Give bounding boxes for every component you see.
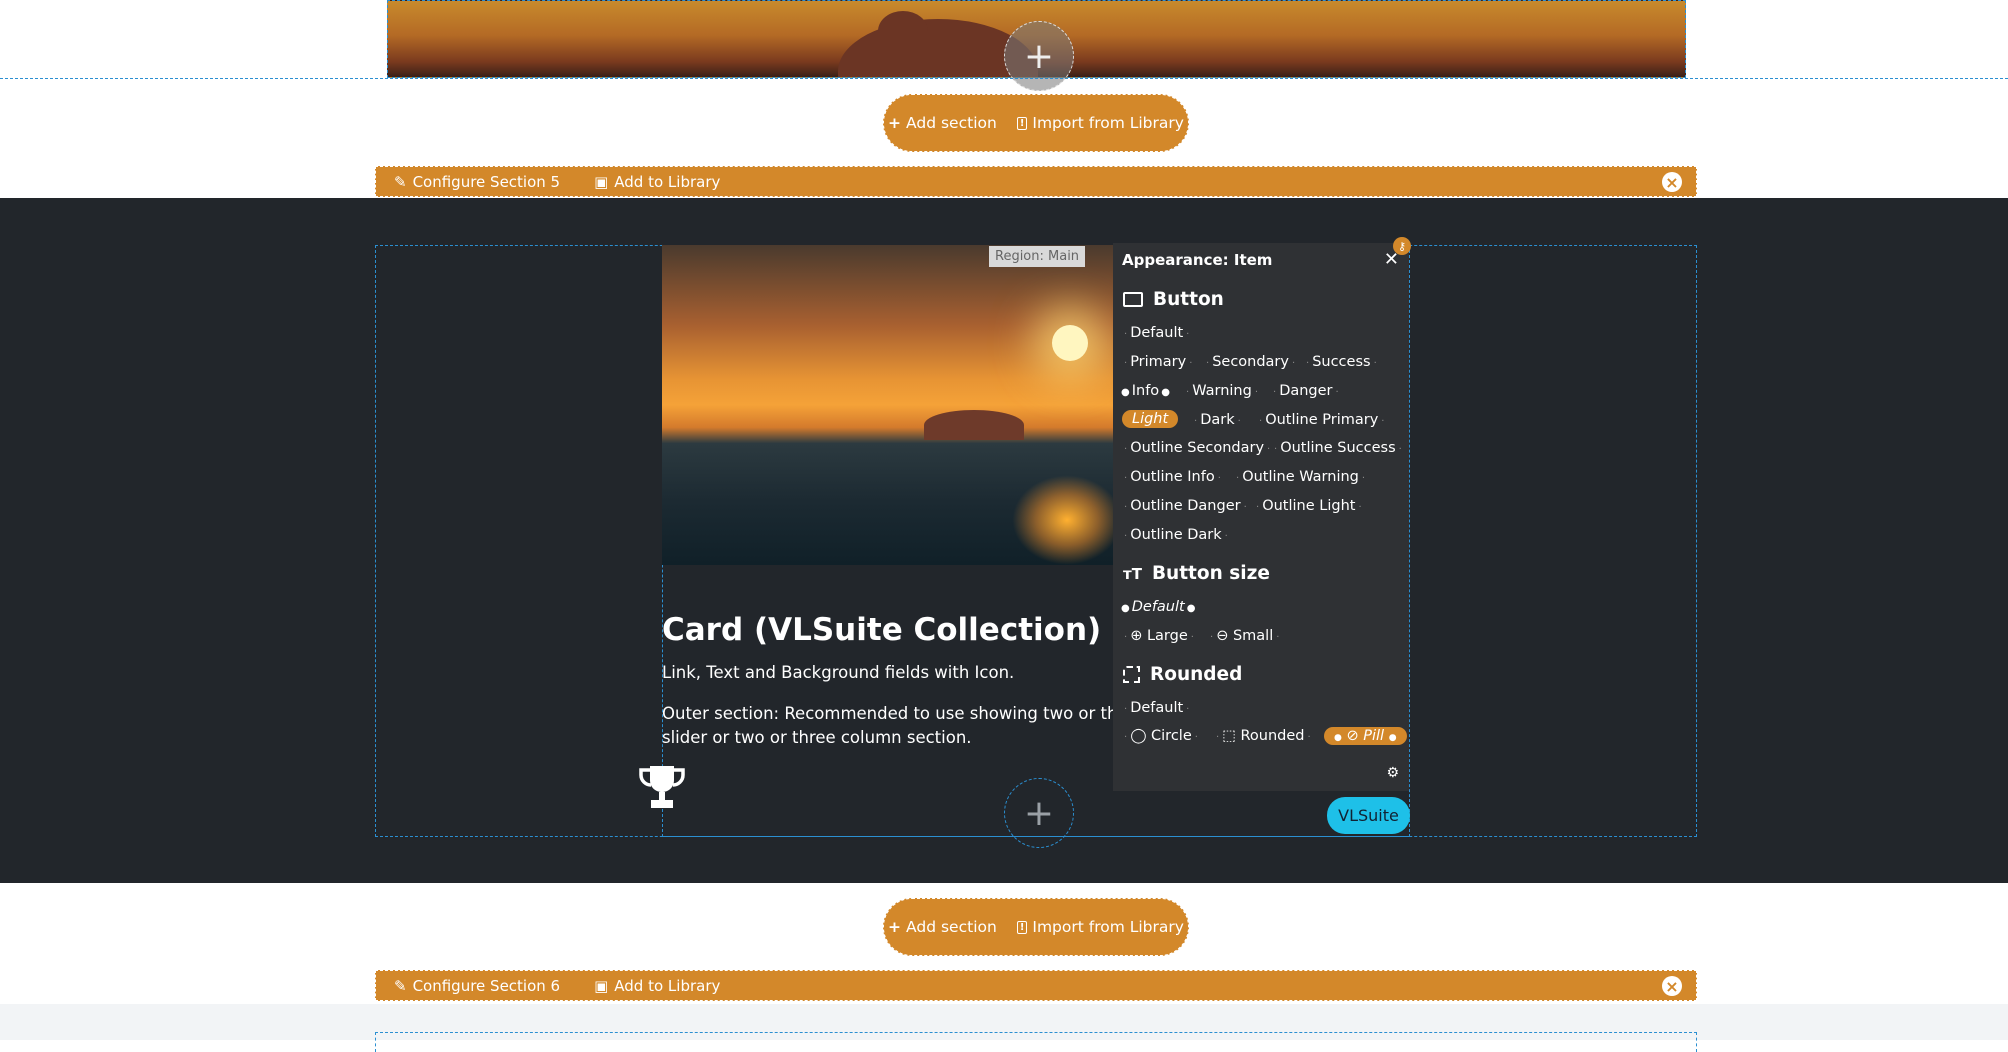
circle-icon: ◯	[1130, 728, 1147, 744]
option-button-secondary[interactable]: · Secondary ·	[1203, 354, 1298, 370]
rounded-heading: Rounded	[1123, 664, 1242, 685]
option-button-dark[interactable]: · Dark ·	[1191, 412, 1244, 428]
option-button-default[interactable]: · Default ·	[1121, 325, 1192, 341]
panel-title: Appearance: Item	[1122, 251, 1273, 269]
save-icon: ▣	[594, 976, 609, 995]
option-size-small[interactable]: · ⊖ Small ·	[1207, 628, 1282, 644]
zoom-out-icon: ⊖	[1216, 628, 1229, 644]
add-section-button[interactable]: + Add section	[888, 114, 997, 132]
zoom-in-icon: ⊕	[1130, 628, 1143, 644]
option-size-large[interactable]: · ⊕ Large ·	[1121, 628, 1197, 644]
option-button-outline-success[interactable]: · Outline Success ·	[1271, 440, 1405, 456]
region-label: Region: Main	[989, 246, 1086, 267]
plus-icon: +	[888, 918, 902, 936]
import-icon: !	[1016, 116, 1028, 130]
button-icon	[1123, 292, 1143, 307]
section-6-toolbar: ✎ Configure Section 6 ▣ Add to Library ×	[375, 970, 1697, 1001]
add-to-library-button-2[interactable]: ▣ Add to Library	[594, 977, 720, 995]
import-library-button-2[interactable]: ! Import from Library	[1016, 918, 1184, 936]
card-subtitle: Link, Text and Background fields with Ic…	[662, 663, 1015, 682]
section-divider	[0, 78, 2008, 79]
section-5-toolbar: ✎ Configure Section 5 ▣ Add to Library ×	[375, 166, 1697, 197]
option-button-outline-dark[interactable]: · Outline Dark ·	[1121, 527, 1231, 543]
option-button-warning[interactable]: · Warning ·	[1183, 383, 1261, 399]
save-icon: ▣	[594, 172, 609, 191]
configure-section-6-button[interactable]: ✎ Configure Section 6	[394, 977, 560, 995]
card-title: Card (VLSuite Collection) - Cu	[662, 612, 1112, 648]
import-icon: !	[1016, 920, 1028, 934]
button-heading: Button	[1123, 289, 1224, 310]
option-button-outline-primary[interactable]: · Outline Primary ·	[1256, 412, 1387, 428]
option-button-outline-light[interactable]: · Outline Light ·	[1253, 498, 1365, 514]
add-to-library-button[interactable]: ▣ Add to Library	[594, 173, 720, 191]
plus-icon: +	[888, 114, 902, 132]
link-icon: ⊘	[1346, 728, 1359, 744]
add-section-button-2[interactable]: + Add section	[888, 918, 997, 936]
option-rounded-default[interactable]: · Default ·	[1121, 700, 1192, 716]
panel-close-icon[interactable]: ✕	[1384, 249, 1399, 270]
rounded-corner-small-icon: ⬚	[1222, 728, 1236, 744]
pencil-icon: ✎	[394, 172, 407, 191]
add-block-button[interactable]: +	[1004, 778, 1074, 848]
option-button-outline-info[interactable]: · Outline Info ·	[1121, 469, 1224, 485]
appearance-panel: ⚷ Appearance: Item ✕ Button · Default · · P…	[1113, 237, 1411, 791]
button-size-heading: ᴛT Button size	[1123, 563, 1270, 584]
option-button-outline-warning[interactable]: · Outline Warning ·	[1233, 469, 1368, 485]
import-library-button[interactable]: ! Import from Library	[1016, 114, 1184, 132]
next-section	[0, 1004, 2008, 1052]
text-size-icon: ᴛT	[1123, 564, 1142, 583]
option-button-primary[interactable]: · Primary ·	[1121, 354, 1195, 370]
option-rounded-rounded[interactable]: · ⬚ Rounded ·	[1213, 728, 1314, 744]
close-icon[interactable]: ×	[1662, 976, 1682, 996]
option-rounded-pill[interactable]: ● ⊘ Pill ●	[1324, 727, 1407, 745]
rounded-corner-icon	[1123, 666, 1140, 683]
option-button-light[interactable]: Light	[1122, 410, 1179, 428]
option-rounded-circle[interactable]: · ◯ Circle ·	[1121, 728, 1201, 744]
card-image	[662, 245, 1115, 565]
card-description: Outer section: Recommended to use showin…	[662, 704, 1122, 747]
close-icon[interactable]: ×	[1662, 172, 1682, 192]
gear-icon[interactable]: ⚙	[1386, 765, 1399, 781]
pencil-icon: ✎	[394, 976, 407, 995]
trophy-icon	[638, 764, 686, 810]
option-button-success[interactable]: · Success ·	[1303, 354, 1380, 370]
configure-section-5-button[interactable]: ✎ Configure Section 5	[394, 173, 560, 191]
option-size-default[interactable]: ● Default ●	[1121, 599, 1195, 615]
option-button-info[interactable]: ● Info ●	[1121, 383, 1170, 399]
option-button-danger[interactable]: · Danger ·	[1270, 383, 1342, 399]
option-button-outline-secondary[interactable]: · Outline Secondary ·	[1121, 440, 1273, 456]
vlsuite-button[interactable]: VLSuite	[1327, 797, 1410, 834]
add-block-button-top[interactable]: +	[1004, 21, 1074, 91]
option-button-outline-danger[interactable]: · Outline Danger ·	[1121, 498, 1250, 514]
add-section-toolbar: + Add section ! Import from Library	[883, 94, 1189, 152]
add-section-toolbar-2: + Add section ! Import from Library	[883, 898, 1189, 956]
